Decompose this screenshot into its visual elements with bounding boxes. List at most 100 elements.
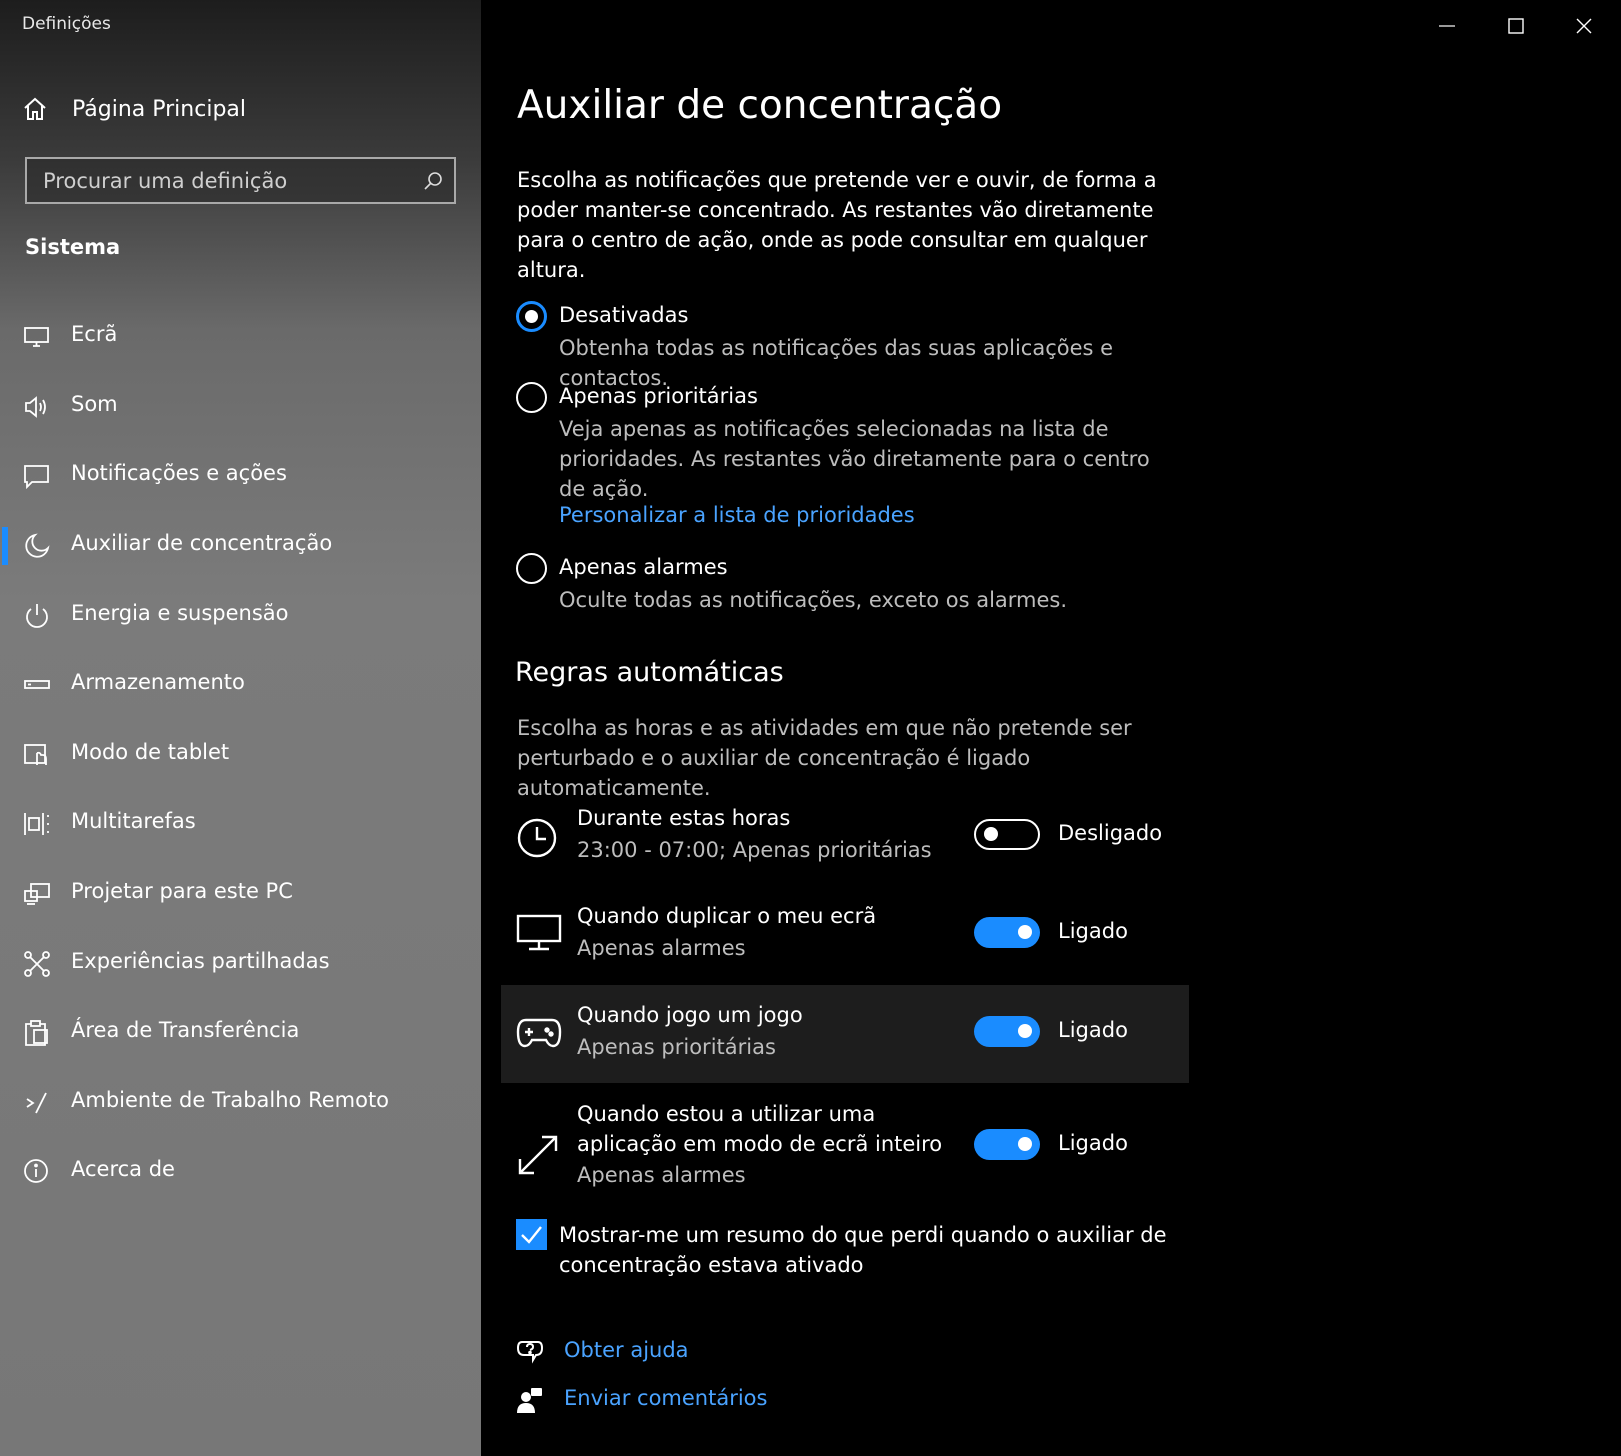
sidebar-item-label: Som: [71, 392, 118, 416]
power-icon: [26, 604, 48, 628]
clipboard-icon: [25, 1020, 48, 1046]
toggle-knob: [1018, 1137, 1032, 1151]
monitor-icon: [24, 327, 49, 347]
toggle-knob: [984, 827, 998, 841]
shared-experiences-icon: [24, 951, 50, 977]
toggle-playing-game[interactable]: [974, 1016, 1040, 1047]
rule-name: Durante estas horas: [577, 806, 791, 830]
sidebar-item-label: Projetar para este PC: [71, 879, 293, 903]
sidebar-item-clipboard[interactable]: Área de Transferência: [0, 1003, 481, 1063]
moon-icon: [25, 533, 50, 558]
tablet-mode-icon: [24, 744, 47, 765]
summary-checkbox[interactable]: [516, 1219, 547, 1250]
toggle-during-hours[interactable]: [974, 819, 1040, 850]
get-help-row[interactable]: Obter ajuda: [516, 1338, 689, 1370]
info-icon: [24, 1159, 48, 1183]
help-chat-icon: [516, 1341, 544, 1364]
sidebar-item-power[interactable]: Energia e suspensão: [0, 586, 481, 646]
monitor-icon: [516, 914, 562, 951]
send-feedback-row[interactable]: Enviar comentários: [516, 1386, 767, 1418]
sidebar-item-project[interactable]: Projetar para este PC: [0, 864, 481, 924]
sidebar-item-storage[interactable]: Armazenamento: [0, 655, 481, 715]
rule-name: Quando duplicar o meu ecrã: [577, 904, 877, 928]
sidebar-item-label: Acerca de: [71, 1157, 175, 1181]
option-title: Apenas prioritárias: [559, 384, 758, 408]
feedback-icon: [517, 1388, 542, 1413]
maximize-button[interactable]: [1483, 0, 1549, 52]
rule-sub: 23:00 - 07:00; Apenas prioritárias: [577, 838, 932, 862]
sidebar-item-display[interactable]: Ecrã: [0, 307, 481, 367]
toggle-state: Ligado: [1058, 1018, 1128, 1042]
page-title: Auxiliar de concentração: [517, 83, 1003, 128]
section-title: Sistema: [25, 235, 121, 259]
sidebar-item-multitasking[interactable]: Multitarefas: [0, 794, 481, 854]
app-title: Definições: [22, 14, 111, 34]
sidebar-item-label: Experiências partilhadas: [71, 949, 330, 973]
clock-icon: [517, 818, 557, 858]
sidebar-item-remote-desktop[interactable]: Ambiente de Trabalho Remoto: [0, 1073, 481, 1133]
search-icon[interactable]: [422, 170, 444, 192]
rule-playing-game[interactable]: Quando jogo um jogo Apenas prioritárias …: [501, 985, 1189, 1083]
active-indicator: [2, 527, 8, 565]
toggle-state: Ligado: [1058, 919, 1128, 943]
radio-alarms-only[interactable]: [516, 553, 547, 584]
minimize-button[interactable]: [1414, 0, 1480, 52]
search-box[interactable]: [25, 157, 456, 204]
sidebar-item-tablet-mode[interactable]: Modo de tablet: [0, 725, 481, 785]
multitasking-icon: [24, 813, 49, 835]
sidebar-item-label: Área de Transferência: [71, 1018, 300, 1042]
maximize-icon: [1508, 18, 1524, 34]
toggle-knob: [1018, 925, 1032, 939]
rules-intro: Escolha as horas e as atividades em que …: [517, 716, 1132, 800]
home-label: Página Principal: [72, 96, 247, 122]
close-icon: [1576, 18, 1592, 34]
radio-off[interactable]: [516, 301, 547, 332]
rule-duplicating-display[interactable]: Quando duplicar o meu ecrã Apenas alarme…: [501, 898, 1189, 968]
toggle-fullscreen-app[interactable]: [974, 1129, 1040, 1160]
toggle-state: Desligado: [1058, 821, 1163, 845]
toggle-knob: [1018, 1024, 1032, 1038]
notification-icon: [24, 465, 49, 490]
option-desc: Veja apenas as notificações selecionadas…: [559, 417, 1150, 501]
get-help-link[interactable]: Obter ajuda: [564, 1338, 689, 1362]
home-icon: [24, 97, 46, 120]
minimize-icon: [1439, 25, 1455, 27]
option-desc: Oculte todas as notificações, exceto os …: [559, 588, 1068, 612]
home-nav-item[interactable]: Página Principal: [22, 92, 246, 126]
sidebar-item-sound[interactable]: Som: [0, 377, 481, 437]
customize-priority-list-link[interactable]: Personalizar a lista de prioridades: [559, 503, 915, 527]
sidebar-item-shared-experiences[interactable]: Experiências partilhadas: [0, 934, 481, 994]
speaker-icon: [25, 396, 46, 418]
rule-name: Quando estou a utilizar uma aplicação em…: [577, 1102, 943, 1156]
close-button[interactable]: [1551, 0, 1617, 52]
sidebar-item-label: Modo de tablet: [71, 740, 230, 764]
fullscreen-icon: [518, 1135, 558, 1175]
sidebar-item-focus-assist[interactable]: Auxiliar de concentração: [0, 516, 481, 576]
rule-sub: Apenas prioritárias: [577, 1035, 776, 1059]
toggle-duplicating-display[interactable]: [974, 917, 1040, 948]
rule-sub: Apenas alarmes: [577, 1163, 746, 1187]
sidebar-item-notifications[interactable]: Notificações e ações: [0, 446, 481, 506]
rule-name: Quando jogo um jogo: [577, 1003, 803, 1027]
search-input[interactable]: [27, 159, 407, 202]
option-title: Apenas alarmes: [559, 555, 728, 579]
toggle-state: Ligado: [1058, 1131, 1128, 1155]
rule-during-hours[interactable]: Durante estas horas 23:00 - 07:00; Apena…: [501, 800, 1189, 870]
rules-heading: Regras automáticas: [515, 657, 784, 688]
sidebar-item-label: Auxiliar de concentração: [71, 531, 333, 555]
gamepad-icon: [516, 1018, 562, 1048]
rule-sub: Apenas alarmes: [577, 936, 746, 960]
sidebar-item-label: Multitarefas: [71, 809, 196, 833]
sidebar-item-label: Ambiente de Trabalho Remoto: [71, 1088, 390, 1112]
remote-desktop-icon: [26, 1092, 47, 1114]
send-feedback-link[interactable]: Enviar comentários: [564, 1386, 767, 1410]
sidebar: Definições Página Principal Sistema Ecrã…: [0, 0, 481, 1456]
intro-text: Escolha as notificações que pretende ver…: [517, 168, 1157, 282]
sidebar-item-label: Ecrã: [71, 322, 118, 346]
sidebar-item-about[interactable]: Acerca de: [0, 1142, 481, 1202]
radio-priority-only[interactable]: [516, 382, 547, 413]
sidebar-item-label: Notificações e ações: [71, 461, 287, 485]
checkmark-icon: [521, 1226, 542, 1244]
option-title: Desativadas: [559, 303, 689, 327]
rule-fullscreen-app[interactable]: Quando estou a utilizar uma aplicação em…: [501, 1099, 1189, 1199]
